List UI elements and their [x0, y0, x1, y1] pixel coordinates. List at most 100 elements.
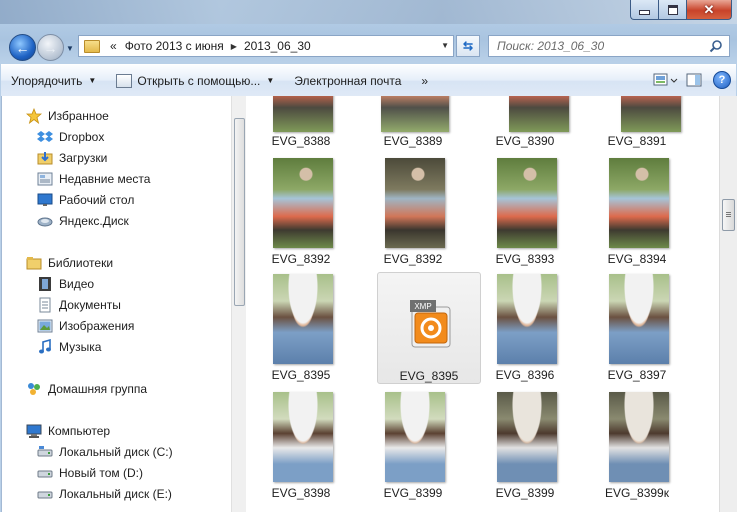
file-list-scrollbar[interactable] [719, 96, 737, 512]
file-item[interactable]: EVG_8392 [361, 158, 465, 270]
nav-images-label: Изображения [59, 319, 135, 333]
photo-thumbnail [609, 392, 669, 482]
folder-icon [84, 39, 100, 53]
file-name: EVG_8396 [495, 368, 555, 382]
nav-images[interactable]: Изображения [37, 316, 134, 336]
minimize-button[interactable] [630, 0, 658, 20]
nav-dropbox-label: Dropbox [59, 130, 105, 144]
recent-pages-dropdown[interactable]: ▼ [66, 44, 74, 53]
nav-disk-d-label: Новый том (D:) [59, 466, 143, 480]
file-item[interactable]: EVG_8399 [473, 392, 577, 504]
file-list-scrollbar-thumb[interactable] [722, 199, 735, 231]
file-name: EVG_8392 [271, 252, 331, 266]
nav-disk-e[interactable]: Локальный диск (E:) [37, 484, 172, 504]
file-item[interactable]: EVG_8395 [249, 274, 353, 386]
file-item[interactable]: EVG_8389 [361, 96, 465, 148]
command-bar: Упорядочить ▼ Открыть с помощью... ▼ Элект… [1, 64, 736, 97]
organize-button[interactable]: Упорядочить ▼ [1, 69, 106, 93]
grip-icon [726, 214, 731, 215]
file-item[interactable]: EVG_8391 [585, 96, 689, 148]
file-name: EVG_8398 [271, 486, 331, 500]
music-icon [39, 339, 51, 354]
nav-documents[interactable]: Документы [37, 295, 121, 315]
nav-recent-places[interactable]: Недавние места [37, 169, 150, 189]
file-item[interactable]: EVG_8393 [473, 158, 577, 270]
more-commands-button[interactable]: » [411, 69, 438, 93]
breadcrumb-current[interactable]: 2013_06_30 [240, 39, 315, 53]
refresh-button[interactable]: ⇆ [456, 35, 480, 57]
nav-yandex-disk[interactable]: Яндекс.Диск [37, 211, 129, 231]
nav-favorites[interactable]: Избранное [26, 106, 109, 126]
file-name: EVG_8392 [383, 252, 443, 266]
forward-button[interactable]: → [37, 34, 64, 61]
homegroup-icon [28, 383, 40, 395]
photo-thumbnail [385, 158, 445, 248]
file-item-selected[interactable]: XMP EVG_8395 [377, 272, 481, 384]
file-item[interactable]: EVG_8397 [585, 274, 689, 386]
change-view-button[interactable] [652, 68, 680, 92]
photo-thumbnail [497, 392, 557, 482]
file-item[interactable]: EVG_8392 [249, 158, 353, 270]
nav-scrollbar-thumb[interactable] [234, 118, 245, 306]
nav-desktop[interactable]: Рабочий стол [37, 190, 134, 210]
file-item[interactable]: EVG_8398 [249, 392, 353, 504]
file-item[interactable]: EVG_8388 [249, 96, 353, 148]
nav-video[interactable]: Видео [37, 274, 94, 294]
breadcrumb-parent[interactable]: Фото 2013 с июня [121, 39, 228, 53]
libraries-icon [26, 257, 42, 270]
file-name: EVG_8399к [605, 486, 669, 500]
desktop-icon [37, 193, 53, 206]
nav-dropbox[interactable]: Dropbox [37, 127, 104, 147]
file-item[interactable]: EVG_8390 [473, 96, 577, 148]
nav-disk-d[interactable]: Новый том (D:) [37, 463, 143, 483]
forward-arrow-icon: → [43, 39, 58, 56]
photo-thumbnail [385, 392, 445, 482]
documents-icon [39, 297, 51, 313]
nav-downloads[interactable]: Загрузки [37, 148, 107, 168]
nav-music[interactable]: Музыка [37, 337, 101, 357]
back-arrow-icon: ← [15, 39, 30, 56]
minimize-icon [639, 10, 650, 15]
open-with-icon [116, 73, 133, 88]
nav-libraries-label: Библиотеки [48, 256, 114, 270]
file-item[interactable]: EVG_8396 [473, 274, 577, 386]
help-button[interactable]: ? [708, 68, 736, 92]
photo-thumbnail [609, 158, 669, 248]
maximize-button[interactable] [658, 0, 686, 20]
address-bar[interactable]: « Фото 2013 с июня ▶ 2013_06_30 ▼ [78, 35, 454, 57]
file-name: EVG_8395 [271, 368, 331, 382]
breadcrumb-separator-icon[interactable]: ▶ [228, 42, 240, 51]
nav-video-label: Видео [59, 277, 95, 291]
file-item[interactable]: EVG_8399 [361, 392, 465, 504]
search-icon[interactable] [709, 39, 723, 53]
close-button[interactable]: ✕ [686, 0, 732, 20]
nav-computer[interactable]: Компьютер [26, 421, 110, 441]
preview-pane-button[interactable] [680, 68, 708, 92]
photo-thumbnail [609, 274, 669, 364]
drive-icon [37, 470, 53, 478]
search-input[interactable]: Поиск: 2013_06_30 [488, 35, 730, 57]
address-dropdown-icon[interactable]: ▼ [441, 41, 449, 50]
more-commands-label: » [421, 73, 429, 88]
photo-thumbnail [497, 158, 557, 248]
photo-thumbnail [497, 274, 557, 364]
email-button[interactable]: Электронная почта [284, 69, 411, 93]
file-list: EVG_8388 EVG_8389 EVG_8390 EVG_8391 EVG_… [247, 96, 719, 512]
nav-libraries[interactable]: Библиотеки [26, 253, 113, 273]
nav-yandex-disk-label: Яндекс.Диск [59, 214, 129, 228]
close-icon: ✕ [703, 1, 715, 17]
photo-thumbnail [273, 274, 333, 364]
file-item[interactable]: EVG_8394 [585, 158, 689, 270]
breadcrumb-overflow[interactable]: « [106, 39, 121, 53]
open-with-button[interactable]: Открыть с помощью... ▼ [106, 69, 284, 93]
email-label: Электронная почта [294, 73, 402, 88]
file-item[interactable]: EVG_8399к [585, 392, 689, 504]
back-button[interactable]: ← [9, 34, 36, 61]
dropbox-icon [37, 131, 53, 142]
nav-disk-c[interactable]: Локальный диск (C:) [37, 442, 173, 462]
chevron-down-icon: ▼ [88, 76, 97, 85]
photo-thumbnail [381, 96, 449, 132]
grip-icon [726, 212, 731, 213]
nav-homegroup[interactable]: Домашняя группа [26, 379, 147, 399]
nav-scrollbar[interactable] [231, 96, 246, 512]
